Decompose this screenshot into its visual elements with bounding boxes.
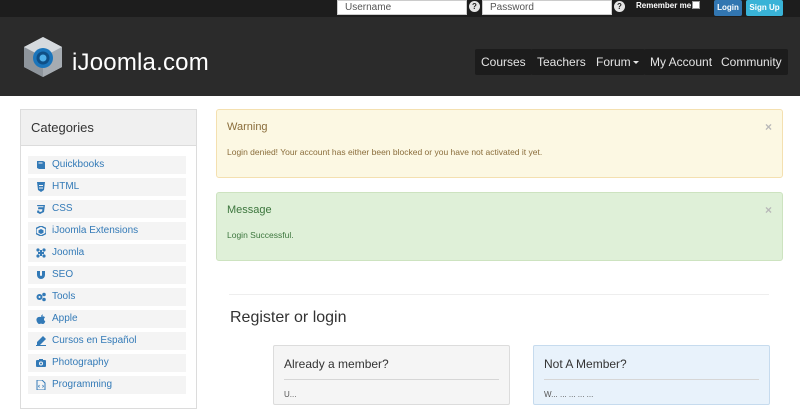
success-alert-text: Login Successful.: [227, 230, 294, 240]
nav-my-account[interactable]: My Account: [644, 49, 719, 75]
sidebar-item-joomla[interactable]: Joomla: [28, 244, 186, 262]
success-alert-title: Message: [227, 204, 272, 216]
not-member-panel: Not A Member? W... ... ... ... ...: [533, 345, 770, 405]
already-member-text: U...: [284, 390, 297, 399]
login-button[interactable]: Login: [714, 0, 742, 16]
gears-icon: [36, 292, 46, 302]
sidebar-item-label: SEO: [52, 269, 74, 280]
sidebar-item-label: Programming: [52, 379, 113, 390]
not-member-title: Not A Member?: [544, 357, 627, 371]
already-member-title: Already a member?: [284, 357, 389, 371]
sidebar-item-css[interactable]: CSS: [28, 200, 186, 218]
sidebar-item-photography[interactable]: Photography: [28, 354, 186, 372]
warning-alert-text: Login denied! Your account has either be…: [227, 147, 543, 157]
sidebar-item-label: Tools: [52, 291, 76, 302]
sidebar-item-label: HTML: [52, 181, 80, 192]
nav-community[interactable]: Community: [715, 49, 788, 75]
login-bar: ? ? Remember me Login Sign Up: [0, 0, 800, 17]
magnet-icon: [37, 271, 45, 279]
html5-icon: [37, 182, 45, 192]
register-title: Register or login: [230, 309, 347, 326]
chevron-down-icon: [632, 61, 639, 65]
file-code-icon: [36, 380, 46, 390]
sidebar-item-label: Joomla: [52, 247, 85, 258]
sidebar-item-cursos-en-espanol[interactable]: Cursos en Español: [28, 332, 186, 350]
sidebar-item-label: Apple: [52, 313, 78, 324]
already-member-panel: Already a member? U...: [273, 345, 510, 405]
ijoomla-logo-icon[interactable]: [22, 36, 64, 78]
remember-me-checkbox[interactable]: [692, 1, 700, 9]
cube-icon: [36, 226, 46, 236]
close-icon[interactable]: ×: [765, 203, 772, 217]
css3-icon: [37, 205, 45, 214]
sidebar-item-label: Photography: [52, 357, 109, 368]
warning-alert-title: Warning: [227, 121, 268, 133]
categories-panel: Categories Quickbooks HTML CSS iJoomla E…: [20, 109, 197, 409]
site-header: iJoomla.com Courses Teachers Forum My Ac…: [0, 17, 800, 96]
username-input[interactable]: [337, 0, 467, 15]
warning-alert: Warning Login denied! Your account has e…: [216, 109, 783, 178]
camera-icon: [36, 359, 46, 367]
password-input[interactable]: [482, 0, 612, 15]
password-help-icon[interactable]: ?: [614, 1, 625, 12]
username-help-icon[interactable]: ?: [469, 1, 480, 12]
nav-teachers[interactable]: Teachers: [531, 49, 592, 75]
sidebar-item-ijoomla-extensions[interactable]: iJoomla Extensions: [28, 222, 186, 240]
sidebar-item-seo[interactable]: SEO: [28, 266, 186, 284]
sidebar-item-apple[interactable]: Apple: [28, 310, 186, 328]
remember-me-label: Remember me: [636, 1, 692, 10]
section-divider: [229, 294, 769, 295]
sidebar-item-html[interactable]: HTML: [28, 178, 186, 196]
pencil-icon: [36, 336, 46, 346]
signup-button[interactable]: Sign Up: [746, 0, 783, 16]
site-name[interactable]: iJoomla.com: [72, 49, 209, 77]
nav-forum-label: Forum: [596, 55, 631, 69]
apple-icon: [36, 314, 46, 324]
sidebar-item-label: Quickbooks: [52, 159, 105, 170]
book-icon: [37, 161, 45, 169]
sidebar-item-quickbooks[interactable]: Quickbooks: [28, 156, 186, 174]
sidebar-item-programming[interactable]: Programming: [28, 376, 186, 394]
sidebar-item-label: iJoomla Extensions: [52, 225, 139, 236]
close-icon[interactable]: ×: [765, 120, 772, 134]
success-alert: Message Login Successful. ×: [216, 192, 783, 261]
nav-forum[interactable]: Forum: [590, 49, 645, 75]
panel-divider: [544, 379, 759, 380]
joomla-icon: [36, 248, 46, 258]
not-member-text: W... ... ... ... ...: [544, 390, 594, 399]
sidebar-item-label: CSS: [52, 203, 73, 214]
sidebar-item-tools[interactable]: Tools: [28, 288, 186, 306]
nav-courses[interactable]: Courses: [475, 49, 532, 75]
panel-divider: [284, 379, 499, 380]
categories-title: Categories: [21, 110, 196, 146]
sidebar-item-label: Cursos en Español: [52, 335, 137, 346]
